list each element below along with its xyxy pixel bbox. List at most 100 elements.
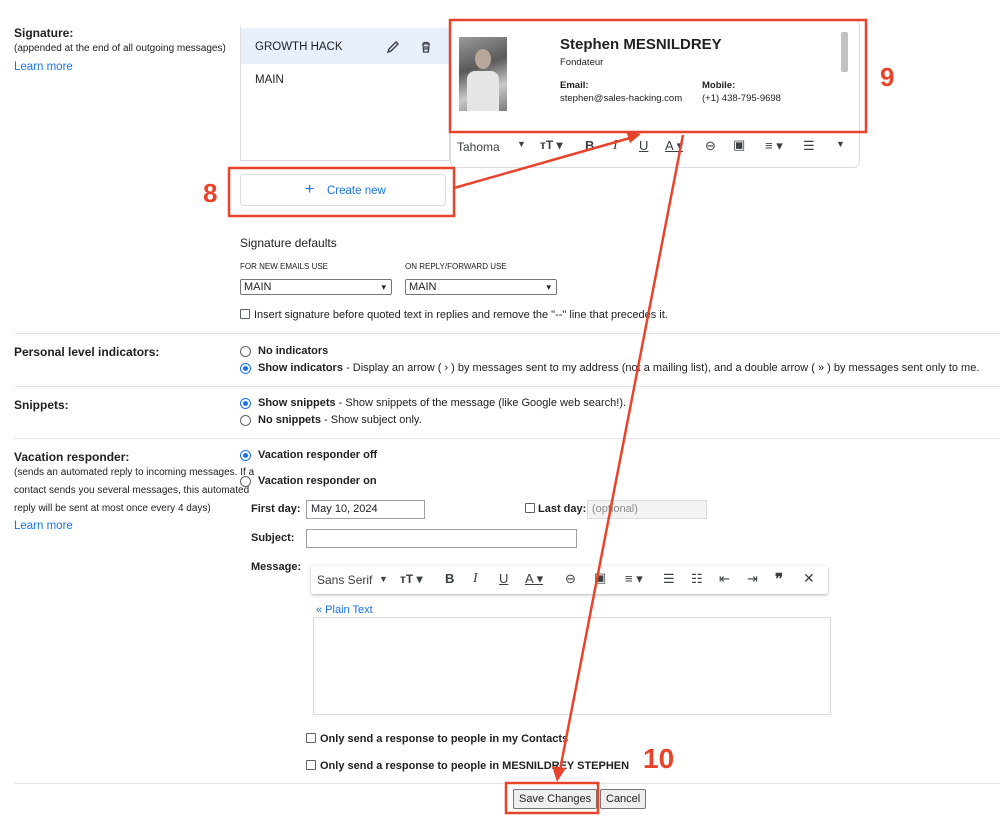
chevron-down-icon: ▾ [546, 282, 551, 292]
show-snippets-radio[interactable] [240, 398, 251, 409]
font-dropdown-icon[interactable]: ▼ [379, 574, 388, 584]
create-new-button[interactable]: + Create new [240, 174, 446, 206]
signature-photo [459, 37, 507, 111]
vacation-learn-more-link[interactable]: Learn more [14, 520, 73, 532]
only-domain-checkbox[interactable] [306, 760, 316, 770]
no-indicators-label: No indicators [258, 345, 329, 357]
annotation-number-9: 9 [880, 62, 895, 92]
link-icon[interactable]: ⊖ [565, 571, 576, 587]
pencil-icon[interactable] [386, 40, 400, 54]
signature-toolbar: Tahoma ▼ ᴛT ▾ B I U A ▾ ⊖ ▣ ≡ ▾ ☰ ▼ [451, 133, 861, 163]
link-icon[interactable]: ⊖ [705, 138, 716, 154]
remove-formatting-icon[interactable]: ✕ [803, 570, 815, 587]
first-day-label: First day: [251, 503, 301, 515]
italic-icon[interactable]: I [613, 138, 618, 154]
italic-icon[interactable]: I [473, 571, 478, 587]
bold-icon[interactable]: B [585, 138, 594, 153]
new-emails-select[interactable]: MAIN ▾ [240, 279, 392, 295]
show-snippets-text: Show snippets - Show snippets of the mes… [258, 397, 626, 409]
text-color-icon[interactable]: A ▾ [665, 138, 683, 154]
signature-name: Stephen MESNILDREY [560, 36, 722, 53]
underline-icon[interactable]: U [639, 138, 648, 153]
reply-forward-value: MAIN [409, 281, 437, 293]
annotation-number-10: 10 [643, 743, 675, 774]
reply-forward-label: ON REPLY/FORWARD USE [405, 262, 507, 271]
vacation-on-label: Vacation responder on [258, 475, 377, 487]
only-domain-label: Only send a response to people in MESNIL… [320, 760, 630, 772]
vacation-label: Vacation responder: [14, 450, 130, 464]
numbered-list-icon[interactable]: ☰ [663, 571, 675, 587]
no-indicators-radio[interactable] [240, 346, 251, 357]
signature-learn-more-link[interactable]: Learn more [14, 61, 73, 73]
image-icon[interactable]: ▣ [733, 137, 745, 153]
show-indicators-label: Show indicators [258, 362, 343, 374]
save-changes-button[interactable]: Save Changes [513, 789, 598, 809]
message-label: Message: [251, 561, 302, 573]
show-indicators-text: Show indicators - Display an arrow ( › )… [258, 362, 979, 374]
divider [14, 386, 1000, 387]
vacation-off-radio[interactable] [240, 450, 251, 461]
trash-icon[interactable] [419, 40, 433, 54]
text-size-icon[interactable]: ᴛT ▾ [540, 138, 563, 152]
vacation-on-radio[interactable] [240, 476, 251, 487]
first-day-input[interactable]: May 10, 2024 [306, 500, 425, 519]
quote-icon[interactable]: ❞ [775, 570, 783, 588]
annotation-number-8: 8 [203, 178, 218, 208]
signature-editor[interactable]: Stephen MESNILDREY Fondateur Email: step… [450, 20, 860, 168]
message-font-select[interactable]: Sans Serif [317, 573, 372, 587]
text-size-icon[interactable]: ᴛT ▾ [400, 572, 423, 586]
divider [14, 438, 1000, 439]
personal-indicators-label: Personal level indicators: [14, 345, 160, 359]
no-snippets-radio[interactable] [240, 415, 251, 426]
editor-scrollbar[interactable] [841, 32, 848, 72]
indent-less-icon[interactable]: ⇤ [719, 571, 730, 587]
bulleted-list-icon[interactable]: ☷ [691, 571, 703, 587]
signature-defaults-title: Signature defaults [240, 236, 337, 250]
signature-email-label: Email: [560, 80, 589, 91]
photo-shirt [467, 71, 499, 111]
vacation-off-label: Vacation responder off [258, 449, 378, 461]
divider [14, 783, 1000, 784]
image-icon[interactable]: ▣ [594, 570, 606, 586]
underline-icon[interactable]: U [499, 571, 508, 586]
more-options-icon[interactable]: ▼ [836, 139, 845, 149]
insert-before-checkbox[interactable] [240, 309, 250, 319]
no-snippets-text: No snippets - Show subject only. [258, 414, 422, 426]
only-contacts-checkbox[interactable] [306, 733, 316, 743]
text-color-icon[interactable]: A ▾ [525, 571, 543, 587]
signature-item-growth-hack[interactable]: GROWTH HACK [241, 28, 451, 64]
create-new-label: Create new [327, 185, 386, 197]
divider [14, 333, 1000, 334]
vacation-note-3: reply will be sent at most once every 4 … [14, 503, 211, 514]
cancel-button[interactable]: Cancel [600, 789, 647, 809]
align-icon[interactable]: ≡ ▾ [625, 571, 643, 587]
photo-face [475, 49, 491, 69]
subject-label: Subject: [251, 532, 295, 544]
show-indicators-radio[interactable] [240, 363, 251, 374]
reply-forward-select[interactable]: MAIN ▾ [405, 279, 557, 295]
message-body[interactable] [313, 617, 831, 715]
numbered-list-icon[interactable]: ☰ [803, 138, 815, 154]
signature-mobile: (+1) 438-795-9698 [702, 93, 781, 104]
signature-note: (appended at the end of all outgoing mes… [14, 43, 226, 54]
signature-mobile-label: Mobile: [702, 80, 736, 91]
insert-before-label: Insert signature before quoted text in r… [254, 309, 668, 321]
vacation-note-2: contact sends you several messages, this… [14, 485, 250, 496]
last-day-checkbox[interactable] [525, 503, 535, 513]
signature-role: Fondateur [560, 57, 604, 68]
chevron-down-icon: ▾ [381, 282, 386, 292]
font-dropdown-icon[interactable]: ▼ [517, 139, 526, 149]
last-day-input[interactable]: (optional) [587, 500, 707, 519]
indent-more-icon[interactable]: ⇥ [747, 571, 758, 587]
signature-item-main[interactable]: MAIN [255, 74, 284, 86]
font-select[interactable]: Tahoma [457, 140, 500, 154]
plain-text-link[interactable]: « Plain Text [316, 604, 373, 616]
new-emails-value: MAIN [244, 281, 272, 293]
no-snippets-label: No snippets [258, 414, 321, 426]
show-snippets-label: Show snippets [258, 397, 336, 409]
subject-input[interactable] [306, 529, 577, 548]
align-icon[interactable]: ≡ ▾ [765, 138, 783, 154]
no-snippets-desc: - Show subject only. [320, 414, 422, 426]
show-snippets-desc: - Show snippets of the message (like Goo… [335, 397, 627, 409]
bold-icon[interactable]: B [445, 571, 454, 586]
